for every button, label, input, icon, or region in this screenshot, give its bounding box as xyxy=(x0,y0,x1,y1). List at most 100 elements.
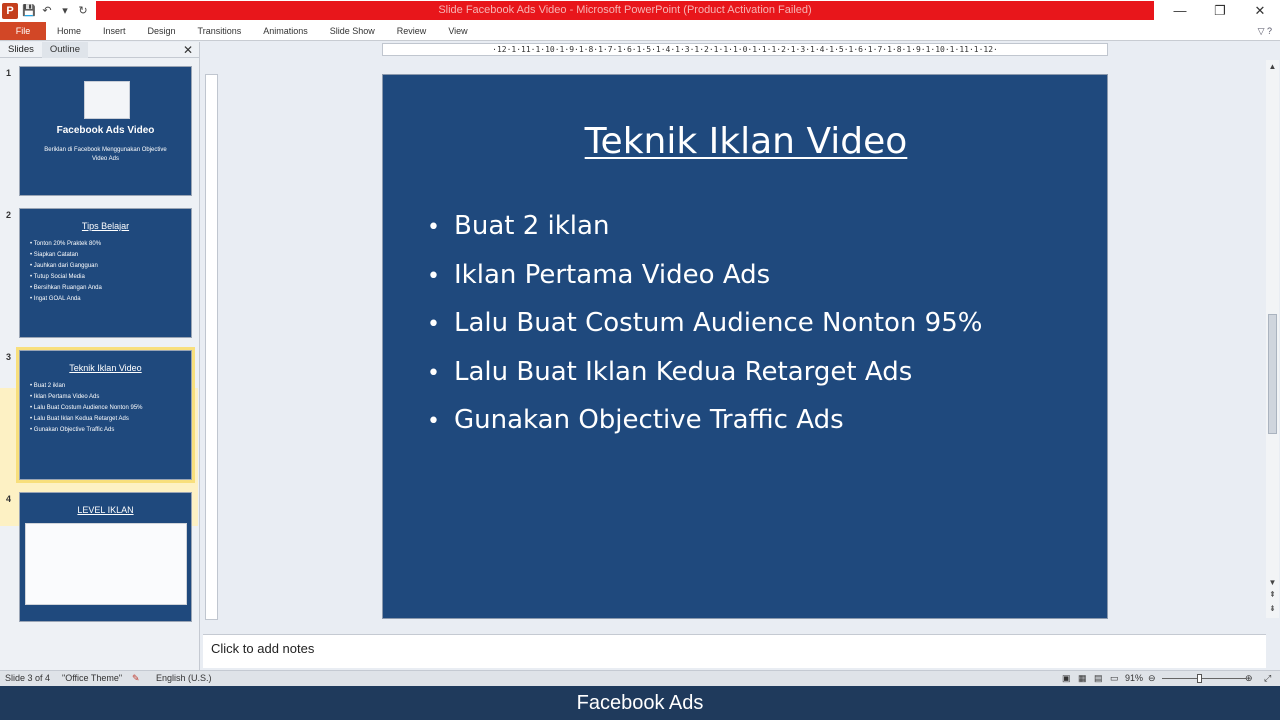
slide-number: 1 xyxy=(6,68,12,78)
reading-view-icon[interactable]: ▤ xyxy=(1094,671,1103,686)
vertical-scrollbar[interactable]: ▲ ▼ ⇞ ⇟ xyxy=(1266,60,1279,618)
title-bar: P 💾 ↶ ▾ ↻ ▾ Slide Facebook Ads Video - M… xyxy=(0,0,1280,22)
scroll-up-icon[interactable]: ▲ xyxy=(1266,62,1279,71)
slides-panel: Slides Outline ✕ 1 Facebook Ads Video Be… xyxy=(0,41,200,670)
slide-title[interactable]: Teknik Iklan Video xyxy=(383,121,1109,162)
undo-icon[interactable]: ↶ xyxy=(40,4,54,18)
thumbnail-screenshot-image xyxy=(25,523,187,605)
list-item[interactable]: • Buat 2 iklan xyxy=(427,203,982,252)
tab-slides[interactable]: Slides xyxy=(0,42,42,58)
redo-icon[interactable]: ↻ xyxy=(76,4,90,18)
list-item: Siapkan Catatan xyxy=(30,250,191,261)
previous-slide-icon[interactable]: ⇞ xyxy=(1266,590,1279,599)
thumbnail-bullets: Tonton 20% Praktek 80% Siapkan Catatan J… xyxy=(20,239,191,305)
bullet-text: Iklan Pertama Video Ads xyxy=(454,259,771,290)
list-item[interactable]: • Gunakan Objective Traffic Ads xyxy=(427,397,982,446)
tab-insert[interactable]: Insert xyxy=(92,22,137,40)
list-item: Lalu Buat Iklan Kedua Retarget Ads xyxy=(30,414,191,425)
close-icon[interactable]: ✕ xyxy=(1240,0,1280,22)
tab-home[interactable]: Home xyxy=(46,22,92,40)
window-controls: — ❐ ✕ xyxy=(1160,0,1280,22)
slide-thumbnail-2[interactable]: Tips Belajar Tonton 20% Praktek 80% Siap… xyxy=(19,208,192,338)
scroll-down-icon[interactable]: ▼ xyxy=(1266,578,1279,587)
bullet-icon: • xyxy=(427,263,440,289)
ribbon-tabs: File Home Insert Design Transitions Anim… xyxy=(0,22,1280,41)
slide-sorter-icon[interactable]: ▦ xyxy=(1078,671,1087,686)
slide-thumbnail-1[interactable]: Facebook Ads Video Beriklan di Facebook … xyxy=(19,66,192,196)
slide-number: 3 xyxy=(6,352,12,362)
thumbnail-title: Tips Belajar xyxy=(81,221,130,231)
quick-access-toolbar: P 💾 ↶ ▾ ↻ ▾ xyxy=(0,0,108,22)
bullet-text: Lalu Buat Iklan Kedua Retarget Ads xyxy=(454,356,913,387)
bullet-icon: • xyxy=(427,360,440,386)
list-item: Bersihkan Ruangan Anda xyxy=(30,283,191,294)
thumbnail-bullets: Buat 2 iklan Iklan Pertama Video Ads Lal… xyxy=(20,381,191,436)
thumbnail-title: Teknik Iklan Video xyxy=(69,363,142,373)
bullet-icon: • xyxy=(427,312,440,337)
tab-review[interactable]: Review xyxy=(386,22,438,40)
thumbnail-image xyxy=(84,81,130,119)
slide-thumbnail-3[interactable]: Teknik Iklan Video Buat 2 iklan Iklan Pe… xyxy=(16,347,195,483)
thumbnail-subtitle: Beriklan di Facebook Menggunakan Objecti… xyxy=(44,147,167,162)
horizontal-ruler[interactable]: ·12·1·11·1·10·1·9·1·8·1·7·1·6·1·5·1·4·1·… xyxy=(382,43,1108,56)
list-item: Tutup Social Media xyxy=(30,272,191,283)
list-item: Lalu Buat Costum Audience Nonton 95% xyxy=(30,403,191,414)
tab-file[interactable]: File xyxy=(0,22,46,40)
powerpoint-window: P 💾 ↶ ▾ ↻ ▾ Slide Facebook Ads Video - M… xyxy=(0,0,1280,720)
notes-pane[interactable]: Click to add notes xyxy=(203,634,1266,668)
tab-view[interactable]: View xyxy=(437,22,478,40)
normal-view-icon[interactable]: ▣ xyxy=(1062,671,1071,686)
zoom-in-icon[interactable]: ⊕ xyxy=(1245,671,1253,686)
list-item: Jauhkan dari Gangguan xyxy=(30,261,191,272)
thumbnail-title: LEVEL IKLAN xyxy=(77,505,134,515)
tab-animations[interactable]: Animations xyxy=(252,22,319,40)
bullet-text: Buat 2 iklan xyxy=(454,211,610,241)
next-slide-icon[interactable]: ⇟ xyxy=(1266,604,1279,613)
close-icon[interactable]: ✕ xyxy=(183,42,193,58)
zoom-out-icon[interactable]: ⊖ xyxy=(1148,671,1156,686)
slide-number: 4 xyxy=(6,494,12,504)
status-bar: Slide 3 of 4 "Office Theme" ✎ English (U… xyxy=(0,670,1280,686)
restore-icon[interactable]: ❐ xyxy=(1200,0,1240,22)
list-item: Tonton 20% Praktek 80% xyxy=(30,239,191,250)
list-item[interactable]: • Iklan Pertama Video Ads xyxy=(427,252,982,301)
slide-thumbnail-4[interactable]: LEVEL IKLAN xyxy=(19,492,192,622)
list-item[interactable]: • Lalu Buat Iklan Kedua Retarget Ads xyxy=(427,349,982,398)
list-item[interactable]: • Lalu Buat Costum Audience Nonton 95% xyxy=(427,300,982,349)
save-icon[interactable]: 💾 xyxy=(22,4,36,18)
bullet-icon: • xyxy=(427,215,440,240)
powerpoint-logo-icon[interactable]: P xyxy=(2,3,18,19)
zoom-level[interactable]: 91% xyxy=(1125,671,1143,686)
slide-number: 2 xyxy=(6,210,12,220)
tab-slide-show[interactable]: Slide Show xyxy=(319,22,386,40)
list-item: Buat 2 iklan xyxy=(30,381,191,392)
fit-to-window-icon[interactable]: ⤢ xyxy=(1264,671,1271,686)
tab-outline[interactable]: Outline xyxy=(41,41,88,58)
language-indicator[interactable]: English (U.S.) xyxy=(156,671,212,686)
zoom-slider[interactable] xyxy=(1162,678,1246,679)
slide-counter: Slide 3 of 4 xyxy=(5,673,51,683)
vertical-ruler[interactable] xyxy=(205,74,218,620)
zoom-slider-handle[interactable] xyxy=(1197,674,1202,683)
notes-placeholder: Click to add notes xyxy=(211,641,315,656)
slide-canvas[interactable]: Teknik Iklan Video • Buat 2 iklan • Iklan … xyxy=(382,74,1108,619)
panel-tabs: Slides Outline ✕ xyxy=(0,41,199,58)
minimize-icon[interactable]: — xyxy=(1160,0,1200,22)
theme-name[interactable]: "Office Theme" xyxy=(62,671,122,686)
slide-bullet-list[interactable]: • Buat 2 iklan • Iklan Pertama Video Ads •… xyxy=(427,203,982,446)
window-title: Slide Facebook Ads Video - Microsoft Pow… xyxy=(96,1,1154,20)
tab-design[interactable]: Design xyxy=(137,22,187,40)
list-item: Gunakan Objective Traffic Ads xyxy=(30,425,191,436)
bullet-text: Gunakan Objective Traffic Ads xyxy=(454,405,844,435)
bullet-icon: • xyxy=(427,409,440,434)
undo-dropdown-icon[interactable]: ▾ xyxy=(58,4,72,18)
thumbnail-title: Facebook Ads Video xyxy=(56,125,155,136)
help-icon[interactable]: ▽ ? xyxy=(1258,22,1272,41)
tab-transitions[interactable]: Transitions xyxy=(187,22,253,40)
list-item: Ingat GOAL Anda xyxy=(30,294,191,305)
scrollbar-thumb[interactable] xyxy=(1268,314,1277,434)
list-item: Iklan Pertama Video Ads xyxy=(30,392,191,403)
slideshow-view-icon[interactable]: ▭ xyxy=(1110,671,1119,686)
video-caption-banner: Facebook Ads xyxy=(0,686,1280,720)
spellcheck-icon[interactable]: ✎ xyxy=(132,671,140,686)
